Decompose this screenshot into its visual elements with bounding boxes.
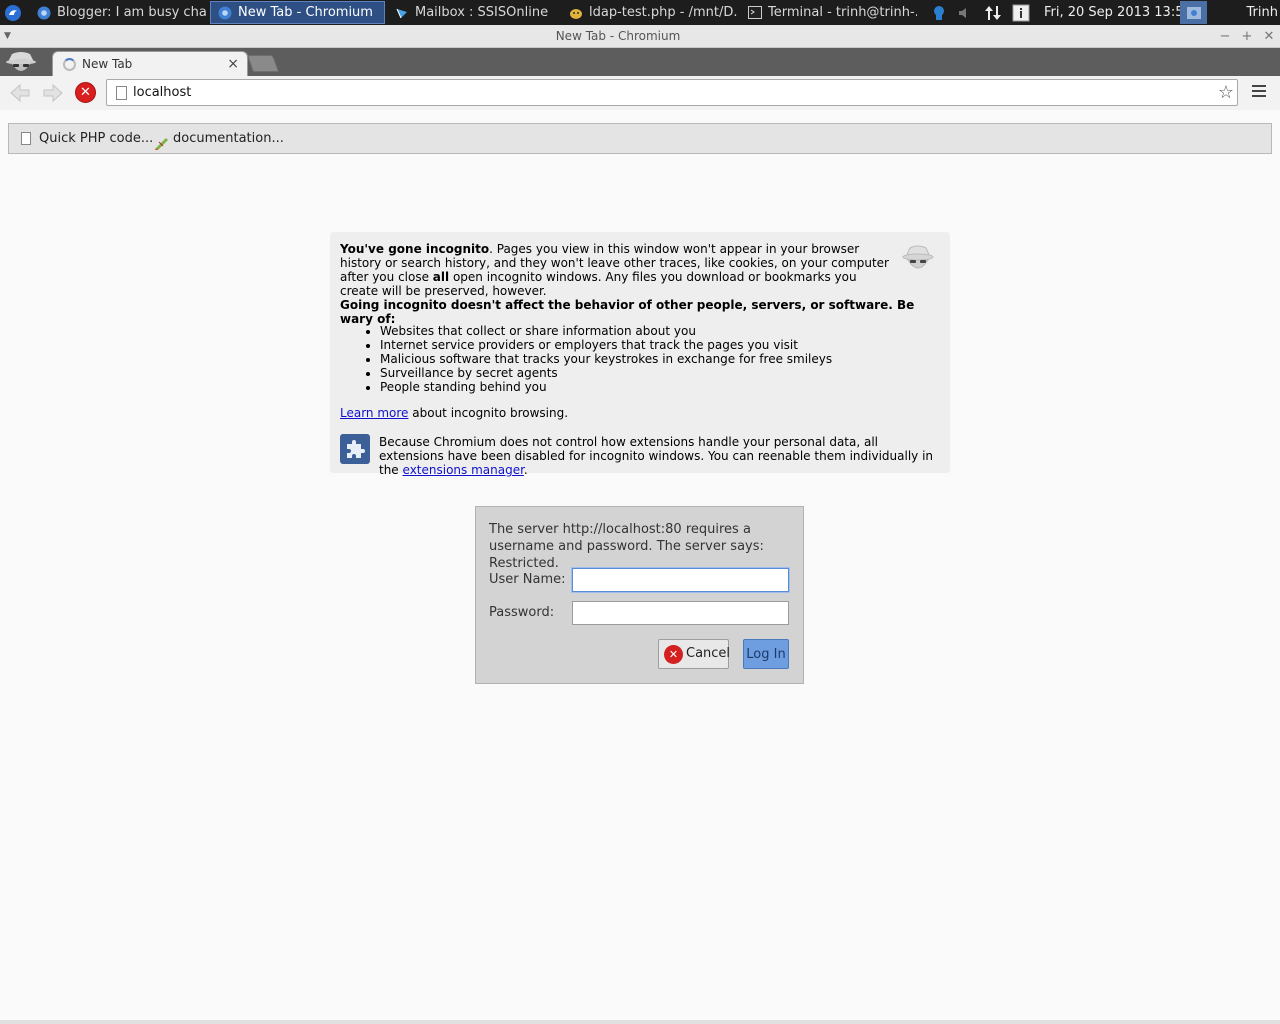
- bookmark-documentation[interactable]: documentation...: [155, 124, 284, 153]
- list-item: Surveillance by secret agents: [380, 366, 832, 380]
- bookmark-label: Quick PHP code...: [39, 131, 154, 146]
- task-mailbox[interactable]: Mailbox : SSISOnline: [388, 1, 560, 24]
- task-label: Mailbox : SSISOnline: [415, 5, 549, 20]
- applications-menu-icon[interactable]: [0, 0, 25, 25]
- workspace-switcher-icon[interactable]: [1180, 1, 1207, 24]
- address-bar[interactable]: localhost ☆: [106, 79, 1238, 106]
- list-item: Websites that collect or share informati…: [380, 324, 832, 338]
- document-icon: [21, 132, 31, 145]
- editor-icon: [569, 5, 583, 20]
- password-field[interactable]: [572, 601, 789, 625]
- task-new-tab-chromium[interactable]: New Tab - Chromium: [210, 1, 385, 24]
- task-blogger[interactable]: Blogger: I am busy cha...: [31, 1, 206, 24]
- maximize-button[interactable]: +: [1238, 25, 1256, 48]
- bookmark-star-icon[interactable]: ☆: [1218, 80, 1234, 105]
- list-item: Malicious software that tracks your keys…: [380, 352, 832, 366]
- url-text[interactable]: localhost: [133, 80, 191, 105]
- mail-icon: [394, 5, 409, 20]
- taskbar: Blogger: I am busy cha... New Tab - Chro…: [0, 0, 1280, 25]
- list-item: People standing behind you: [380, 380, 832, 394]
- toolbar: ✕ localhost ☆: [0, 76, 1280, 110]
- window-bottom-edge: [0, 1020, 1280, 1024]
- loading-spinner-icon: [63, 58, 76, 71]
- task-label: Blogger: I am busy cha...: [57, 5, 206, 20]
- window-titlebar: ▼ New Tab - Chromium − + ✕: [0, 25, 1280, 48]
- close-tab-icon[interactable]: ×: [227, 52, 239, 77]
- book-icon: [155, 132, 168, 150]
- chromium-icon: [37, 5, 51, 20]
- username-label: User Name:: [489, 572, 566, 587]
- list-item: Internet service providers or employers …: [380, 338, 832, 352]
- learn-more-line: Learn more about incognito browsing.: [340, 406, 568, 420]
- bookmark-quick-php[interactable]: Quick PHP code...: [21, 124, 153, 153]
- extensions-notice: Because Chromium does not control how ex…: [379, 435, 945, 477]
- close-window-button[interactable]: ✕: [1260, 25, 1278, 48]
- back-button[interactable]: [7, 81, 33, 105]
- task-ldap-test[interactable]: ldap-test.php - /mnt/D...: [563, 1, 738, 24]
- volume-icon[interactable]: [954, 0, 974, 25]
- incognito-spy-icon: [898, 242, 938, 276]
- extensions-notice-end: .: [523, 463, 528, 477]
- learn-more-link[interactable]: Learn more: [340, 406, 408, 420]
- network-icon[interactable]: [982, 0, 1004, 25]
- learn-more-text: about incognito browsing.: [408, 406, 569, 420]
- clock[interactable]: Fri, 20 Sep 2013 13:52: [1044, 0, 1192, 25]
- menu-icon[interactable]: [1252, 85, 1266, 97]
- cancel-icon: ✕: [664, 645, 683, 664]
- task-label: Terminal - trinh@trinh-...: [768, 5, 917, 20]
- intro-all: all: [432, 270, 450, 284]
- tab-strip: New Tab ×: [0, 48, 1280, 76]
- user-menu[interactable]: Trinh: [1247, 0, 1278, 25]
- task-terminal[interactable]: Terminal - trinh@trinh-...: [742, 1, 917, 24]
- forward-arrow-icon: [43, 83, 63, 103]
- new-tab-button[interactable]: [246, 55, 280, 72]
- extensions-manager-link[interactable]: extensions manager: [403, 463, 524, 477]
- bookmark-label: documentation...: [173, 131, 284, 146]
- password-label: Password:: [489, 605, 555, 620]
- forward-button[interactable]: [40, 81, 66, 105]
- auth-message: The server http://localhost:80 requires …: [489, 522, 764, 571]
- bookmarks-bar: Quick PHP code... documentation...: [8, 123, 1272, 154]
- incognito-warning: Going incognito doesn't affect the behav…: [340, 298, 915, 326]
- stop-loading-button[interactable]: ✕: [75, 82, 96, 103]
- terminal-icon: [748, 5, 762, 20]
- pidgin-icon[interactable]: [929, 0, 949, 25]
- incognito-icon: [2, 48, 40, 76]
- incognito-info-panel: You've gone incognito. Pages you view in…: [330, 232, 950, 477]
- cancel-button[interactable]: ✕ Cancel: [658, 639, 731, 669]
- cancel-label: Cancel: [686, 646, 731, 661]
- info-icon[interactable]: [1011, 0, 1031, 25]
- back-arrow-icon: [10, 83, 30, 103]
- tab-new-tab[interactable]: New Tab ×: [52, 51, 248, 76]
- window-title: New Tab - Chromium: [555, 29, 681, 43]
- tab-label: New Tab: [82, 57, 133, 71]
- task-label: ldap-test.php - /mnt/D...: [589, 5, 738, 20]
- extensions-puzzle-icon: [340, 434, 370, 464]
- login-button[interactable]: Log In: [743, 639, 789, 669]
- intro-heading: You've gone incognito: [340, 242, 490, 256]
- auth-dialog: The server http://localhost:80 requires …: [475, 506, 804, 684]
- page-icon: [116, 86, 127, 100]
- minimize-button[interactable]: −: [1216, 25, 1234, 48]
- username-field[interactable]: [572, 568, 789, 592]
- chromium-icon: [217, 5, 232, 20]
- task-label: New Tab - Chromium: [238, 5, 373, 20]
- wary-list: Websites that collect or share informati…: [340, 324, 832, 394]
- incognito-intro: You've gone incognito. Pages you view in…: [340, 242, 896, 298]
